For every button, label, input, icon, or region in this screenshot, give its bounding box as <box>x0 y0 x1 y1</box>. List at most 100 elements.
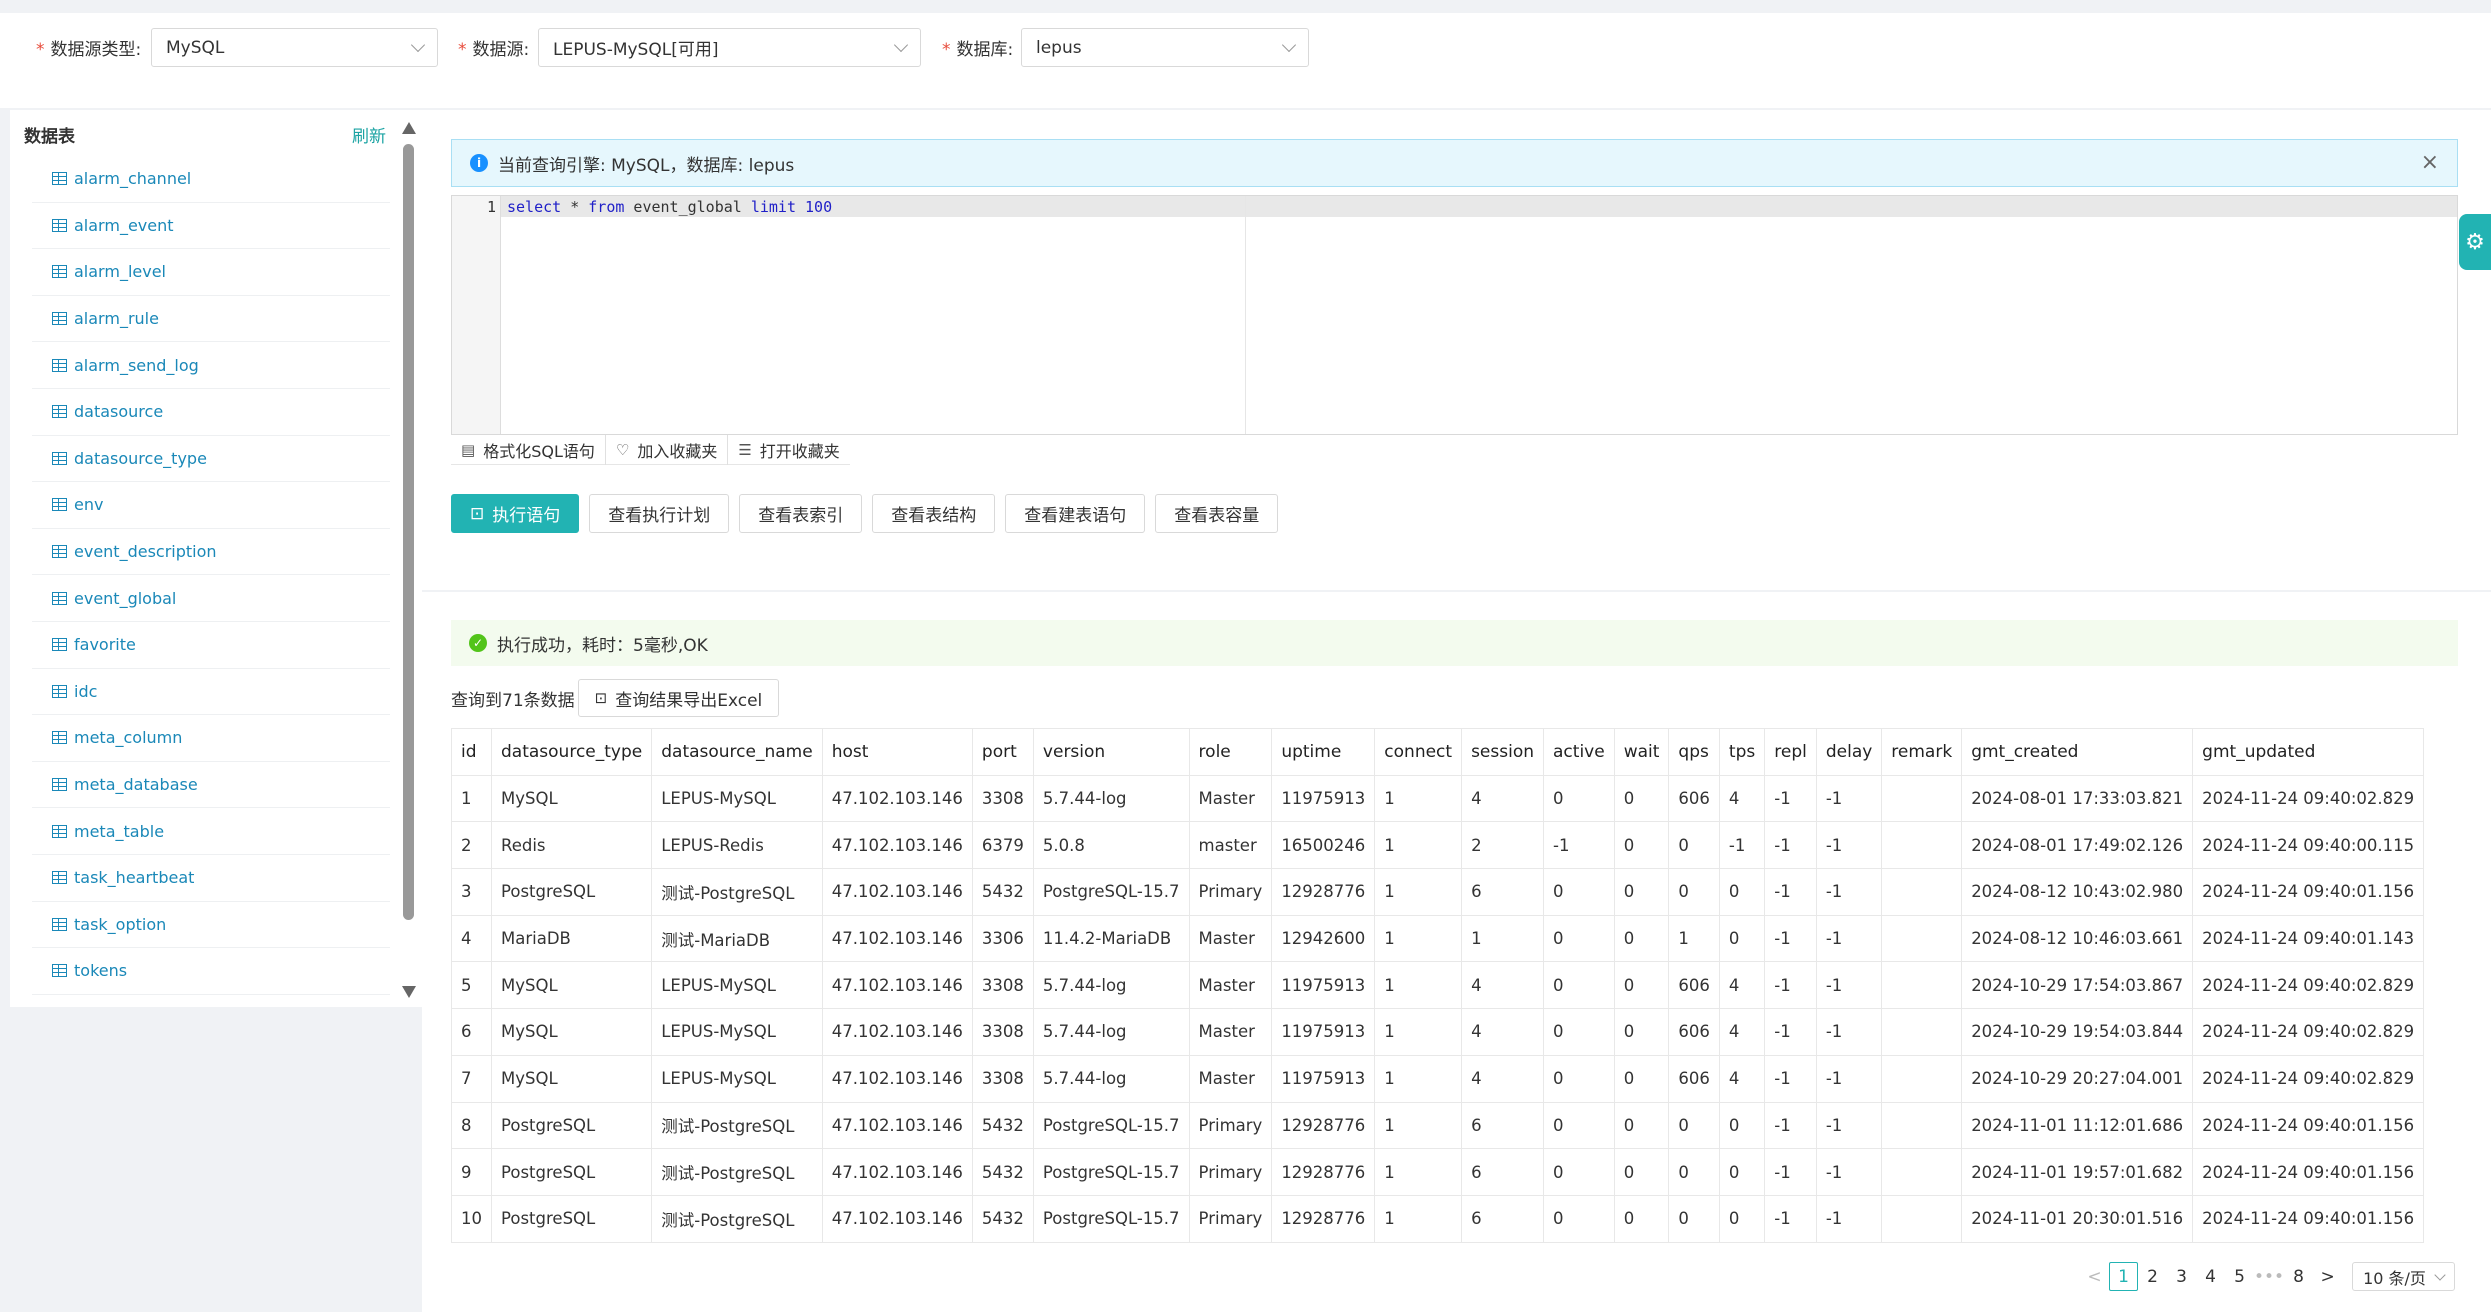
view-capacity-button[interactable]: 查看表容量 <box>1155 494 1279 533</box>
column-header-qps: qps <box>1668 728 1720 776</box>
sidebar-item-alarm-channel[interactable]: alarm_channel <box>32 156 390 203</box>
page-last[interactable]: 8 <box>2284 1262 2313 1291</box>
open-favorites-button[interactable]: ☰ 打开收藏夹 <box>728 435 849 465</box>
view-plan-button[interactable]: 查看执行计划 <box>589 494 730 533</box>
pagination: < 12345 ••• 8 > 10 条/页 <box>2080 1262 2455 1291</box>
sidebar-item-env[interactable]: env <box>32 482 390 529</box>
chevron-down-icon <box>893 37 909 53</box>
table-cell: 6 <box>1461 1194 1545 1243</box>
close-icon[interactable]: × <box>2421 152 2439 174</box>
sidebar-item-datasource-type[interactable]: datasource_type <box>32 436 390 483</box>
table-cell: 0 <box>1543 1054 1615 1103</box>
table-cell <box>1881 1194 1963 1243</box>
sidebar-item-task-heartbeat[interactable]: task_heartbeat <box>32 855 390 902</box>
table-cell <box>1881 774 1963 823</box>
execute-button[interactable]: ⊡ 执行语句 <box>451 494 580 533</box>
sidebar-item-tokens[interactable]: tokens <box>32 948 390 995</box>
page-5[interactable]: 5 <box>2225 1262 2254 1291</box>
table-cell: 0 <box>1613 1148 1670 1196</box>
datasource-select[interactable]: LEPUS-MySQL[可用] <box>538 28 921 67</box>
table-cell: 2024-11-24 09:40:01.156 <box>2192 1101 2425 1150</box>
table-cell <box>1881 868 1963 916</box>
table-cell: Primary <box>1188 1101 1273 1150</box>
pagination-ellipsis[interactable]: ••• <box>2254 1262 2284 1291</box>
page-size-select[interactable]: 10 条/页 <box>2352 1262 2455 1291</box>
sidebar-item-event-description[interactable]: event_description <box>32 529 390 576</box>
page-numbers: 12345 <box>2109 1262 2254 1291</box>
sidebar-item-meta-column[interactable]: meta_column <box>32 715 390 762</box>
sidebar-item-datasource[interactable]: datasource <box>32 389 390 436</box>
keyword-select: select <box>507 198 562 216</box>
table-cell: 1 <box>1374 1008 1463 1056</box>
gear-icon[interactable]: ⚙ <box>2459 214 2491 270</box>
sidebar-item-meta-database[interactable]: meta_database <box>32 762 390 809</box>
view-structure-button[interactable]: 查看表结构 <box>872 494 996 533</box>
result-count: 查询到71条数据 <box>451 690 575 711</box>
dstype-select[interactable]: MySQL <box>151 28 438 67</box>
export-excel-button[interactable]: ⊡ 查询结果导出Excel <box>577 679 780 717</box>
table-cell: 4 <box>1718 774 1766 823</box>
table-cell: 0 <box>1668 868 1720 916</box>
table-cell: 6 <box>1461 1148 1545 1196</box>
table-cell: LEPUS-Redis <box>651 821 823 870</box>
page-3[interactable]: 3 <box>2167 1262 2196 1291</box>
page-1[interactable]: 1 <box>2109 1262 2138 1291</box>
view-index-button[interactable]: 查看表索引 <box>739 494 863 533</box>
sidebar-item-alarm-event[interactable]: alarm_event <box>32 203 390 250</box>
sidebar-item-alarm-level[interactable]: alarm_level <box>32 249 390 296</box>
table-row: 4 MariaDB 测试-MariaDB 47.102.103.146 3306 11.4… <box>451 914 2425 963</box>
sql-editor[interactable]: 1 select * from event_global limit 100 <box>451 195 2458 435</box>
table-icon <box>52 684 67 698</box>
required-mark: * <box>458 40 467 60</box>
table-cell: 2024-11-24 09:40:02.829 <box>2192 961 2425 1010</box>
table-cell: 2024-11-24 09:40:02.829 <box>2192 1008 2425 1056</box>
scroll-down-arrow-icon[interactable] <box>402 986 416 998</box>
add-favorite-button[interactable]: ♡ 加入收藏夹 <box>606 435 729 465</box>
table-cell: 2024-11-24 09:40:01.156 <box>2192 868 2425 916</box>
info-icon: i <box>470 154 488 172</box>
table-cell: 0 <box>1543 1101 1615 1150</box>
sidebar-item-idc[interactable]: idc <box>32 669 390 716</box>
table-cell: 0 <box>1613 1194 1670 1243</box>
refresh-link[interactable]: 刷新 <box>352 122 386 147</box>
sidebar-item-label: meta_database <box>74 775 198 795</box>
next-page-button[interactable]: > <box>2313 1262 2342 1291</box>
scroll-up-arrow-icon[interactable] <box>402 122 416 134</box>
page-4[interactable]: 4 <box>2196 1262 2225 1291</box>
sidebar-item-favorite[interactable]: favorite <box>32 622 390 669</box>
table-cell: PostgreSQL <box>490 1148 653 1196</box>
table-cell: 1 <box>1374 1054 1463 1103</box>
table-cell: 1 <box>1374 1101 1463 1150</box>
table-cell: 6 <box>451 1008 492 1056</box>
dstype-field: * 数据源类型: <box>36 28 141 67</box>
page-2[interactable]: 2 <box>2138 1262 2167 1291</box>
table-cell: 2024-11-24 09:40:02.829 <box>2192 1054 2425 1103</box>
required-mark: * <box>942 40 951 60</box>
sidebar-item-meta-table[interactable]: meta_table <box>32 808 390 855</box>
sidebar-item-label: alarm_channel <box>74 169 192 189</box>
format-sql-button[interactable]: ▤ 格式化SQL语句 <box>451 435 606 465</box>
sidebar-item-alarm-rule[interactable]: alarm_rule <box>32 296 390 343</box>
table-cell: 47.102.103.146 <box>821 961 973 1010</box>
table-cell: Primary <box>1188 1194 1273 1243</box>
table-cell: 6 <box>1461 1101 1545 1150</box>
table-cell: 0 <box>1718 1101 1766 1150</box>
sidebar-item-event-global[interactable]: event_global <box>32 575 390 622</box>
table-cell: LEPUS-MySQL <box>651 1008 823 1056</box>
editor-toolbar: ▤ 格式化SQL语句 ♡ 加入收藏夹 ☰ 打开收藏夹 <box>451 435 850 465</box>
table-cell: 1 <box>1374 868 1463 916</box>
view-create-statement-button[interactable]: 查看建表语句 <box>1005 494 1146 533</box>
sidebar-item-label: datasource_type <box>74 448 207 468</box>
prev-page-button[interactable]: < <box>2080 1262 2109 1291</box>
sidebar-scrollbar[interactable] <box>402 118 416 1002</box>
table-cell <box>1881 1008 1963 1056</box>
list-icon: ☰ <box>738 441 752 459</box>
sql-code[interactable]: select * from event_global limit 100 <box>507 198 832 216</box>
column-header-gmt-updated: gmt_updated <box>2192 728 2425 776</box>
database-select[interactable]: lepus <box>1021 28 1309 67</box>
table-cell: 11975913 <box>1271 774 1376 823</box>
sidebar-item-alarm-send-log[interactable]: alarm_send_log <box>32 342 390 389</box>
table-cell: 0 <box>1668 821 1720 870</box>
scroll-thumb[interactable] <box>403 144 414 920</box>
sidebar-item-task-option[interactable]: task_option <box>32 902 390 949</box>
